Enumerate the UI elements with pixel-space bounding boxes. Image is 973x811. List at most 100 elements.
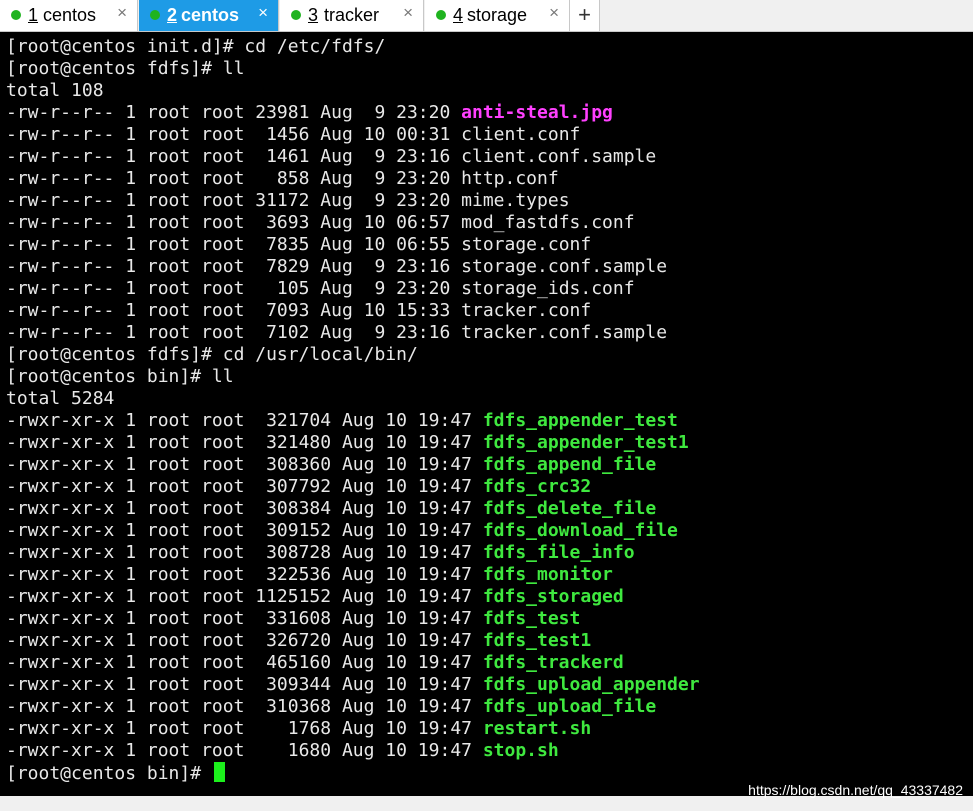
file-name: http.conf bbox=[461, 168, 559, 189]
terminal-line: -rwxr-xr-x 1 root root 322536 Aug 10 19:… bbox=[6, 564, 966, 586]
line-text: -rwxr-xr-x 1 root root 307792 Aug 10 19:… bbox=[6, 476, 483, 497]
terminal-line: -rwxr-xr-x 1 root root 321704 Aug 10 19:… bbox=[6, 410, 966, 432]
terminal-line: -rwxr-xr-x 1 root root 326720 Aug 10 19:… bbox=[6, 630, 966, 652]
terminal-line: -rwxr-xr-x 1 root root 308360 Aug 10 19:… bbox=[6, 454, 966, 476]
file-name: tracker.conf.sample bbox=[461, 322, 668, 343]
line-text: -rwxr-xr-x 1 root root 331608 Aug 10 19:… bbox=[6, 608, 483, 629]
file-name: fdfs_trackerd bbox=[482, 652, 624, 673]
tab-bar: 1 centos × 2 centos × 3 tracker × 4 stor… bbox=[0, 0, 973, 32]
terminal-output[interactable]: [root@centos init.d]# cd /etc/fdfs/[root… bbox=[6, 36, 966, 796]
file-name: storage_ids.conf bbox=[461, 278, 635, 299]
line-text: -rw-r--r-- 1 root root 1456 Aug 10 00:31 bbox=[6, 124, 462, 145]
terminal-line: total 108 bbox=[6, 80, 966, 102]
tab-session-4[interactable]: 4 storage × bbox=[425, 0, 570, 31]
line-text: -rwxr-xr-x 1 root root 326720 Aug 10 19:… bbox=[6, 630, 483, 651]
file-name: stop.sh bbox=[482, 740, 559, 761]
terminal-line: -rw-r--r-- 1 root root 7835 Aug 10 06:55… bbox=[6, 234, 966, 256]
tab-label: centos bbox=[43, 5, 97, 25]
terminal-line: -rw-r--r-- 1 root root 858 Aug 9 23:20 h… bbox=[6, 168, 966, 190]
terminal-line: -rw-r--r-- 1 root root 23981 Aug 9 23:20… bbox=[6, 102, 966, 124]
line-text: -rwxr-xr-x 1 root root 321704 Aug 10 19:… bbox=[6, 410, 483, 431]
file-name: storage.conf.sample bbox=[461, 256, 668, 277]
terminal-line: -rw-r--r-- 1 root root 7102 Aug 9 23:16 … bbox=[6, 322, 966, 344]
line-text: -rw-r--r-- 1 root root 7102 Aug 9 23:16 bbox=[6, 322, 462, 343]
terminal-line: -rw-r--r-- 1 root root 7093 Aug 10 15:33… bbox=[6, 300, 966, 322]
file-name: fdfs_upload_file bbox=[482, 696, 657, 717]
file-name: fdfs_test1 bbox=[482, 630, 592, 651]
tab-number: 2 bbox=[167, 5, 178, 25]
line-text: -rw-r--r-- 1 root root 858 Aug 9 23:20 bbox=[6, 168, 462, 189]
terminal-line: -rwxr-xr-x 1 root root 309152 Aug 10 19:… bbox=[6, 520, 966, 542]
terminal-line: -rwxr-xr-x 1 root root 465160 Aug 10 19:… bbox=[6, 652, 966, 674]
file-name: fdfs_storaged bbox=[482, 586, 624, 607]
close-icon[interactable]: × bbox=[549, 3, 559, 23]
close-icon[interactable]: × bbox=[403, 3, 413, 23]
line-text: [root@centos fdfs]# ll bbox=[6, 58, 245, 79]
line-text: -rwxr-xr-x 1 root root 321480 Aug 10 19:… bbox=[6, 432, 483, 453]
terminal-line: -rwxr-xr-x 1 root root 1768 Aug 10 19:47… bbox=[6, 718, 966, 740]
terminal-line: -rwxr-xr-x 1 root root 1680 Aug 10 19:47… bbox=[6, 740, 966, 762]
tab-label: centos bbox=[181, 5, 240, 25]
terminal-line: -rw-r--r-- 1 root root 31172 Aug 9 23:20… bbox=[6, 190, 966, 212]
line-text: total 108 bbox=[6, 80, 104, 101]
file-name: storage.conf bbox=[461, 234, 592, 255]
line-text: -rwxr-xr-x 1 root root 1125152 Aug 10 19… bbox=[6, 586, 483, 607]
new-tab-button[interactable]: + bbox=[570, 0, 600, 31]
line-text: -rw-r--r-- 1 root root 31172 Aug 9 23:20 bbox=[6, 190, 462, 211]
file-name: fdfs_download_file bbox=[482, 520, 678, 541]
line-text: -rw-r--r-- 1 root root 3693 Aug 10 06:57 bbox=[6, 212, 462, 233]
watermark: https://blog.csdn.net/qq_43337482 bbox=[748, 782, 963, 798]
text-cursor bbox=[213, 762, 225, 782]
line-text: total 5284 bbox=[6, 388, 115, 409]
tab-number: 1 bbox=[28, 5, 39, 25]
tab-session-1[interactable]: 1 centos × bbox=[0, 0, 138, 31]
line-text: -rw-r--r-- 1 root root 23981 Aug 9 23:20 bbox=[6, 102, 462, 123]
line-text: -rw-r--r-- 1 root root 7829 Aug 9 23:16 bbox=[6, 256, 462, 277]
tab-session-2[interactable]: 2 centos × bbox=[139, 0, 279, 31]
tab-session-3[interactable]: 3 tracker × bbox=[280, 0, 424, 31]
file-name: restart.sh bbox=[482, 718, 592, 739]
terminal-line: [root@centos fdfs]# ll bbox=[6, 58, 966, 80]
terminal-line: -rw-r--r-- 1 root root 105 Aug 9 23:20 s… bbox=[6, 278, 966, 300]
line-text: -rwxr-xr-x 1 root root 308728 Aug 10 19:… bbox=[6, 542, 483, 563]
connected-status-icon bbox=[436, 10, 446, 20]
file-name: client.conf bbox=[461, 124, 581, 145]
connected-status-icon bbox=[291, 10, 301, 20]
file-name: tracker.conf bbox=[461, 300, 592, 321]
terminal-line: [root@centos fdfs]# cd /usr/local/bin/ bbox=[6, 344, 966, 366]
line-text: -rwxr-xr-x 1 root root 465160 Aug 10 19:… bbox=[6, 652, 483, 673]
line-text: [root@centos fdfs]# cd /usr/local/bin/ bbox=[6, 344, 418, 365]
line-text: -rwxr-xr-x 1 root root 308384 Aug 10 19:… bbox=[6, 498, 483, 519]
file-name: client.conf.sample bbox=[461, 146, 657, 167]
file-name: mod_fastdfs.conf bbox=[461, 212, 635, 233]
file-name: fdfs_appender_test1 bbox=[482, 432, 689, 453]
line-text: -rwxr-xr-x 1 root root 310368 Aug 10 19:… bbox=[6, 696, 483, 717]
terminal-line: -rwxr-xr-x 1 root root 1125152 Aug 10 19… bbox=[6, 586, 966, 608]
line-text: -rw-r--r-- 1 root root 1461 Aug 9 23:16 bbox=[6, 146, 462, 167]
file-name: fdfs_file_info bbox=[482, 542, 635, 563]
file-name: fdfs_monitor bbox=[482, 564, 613, 585]
terminal-line: -rw-r--r-- 1 root root 3693 Aug 10 06:57… bbox=[6, 212, 966, 234]
file-name: anti-steal.jpg bbox=[461, 102, 613, 123]
file-name: fdfs_upload_appender bbox=[482, 674, 700, 695]
tab-number: 4 bbox=[453, 5, 464, 25]
line-text: -rwxr-xr-x 1 root root 309344 Aug 10 19:… bbox=[6, 674, 483, 695]
line-text: -rwxr-xr-x 1 root root 322536 Aug 10 19:… bbox=[6, 564, 483, 585]
close-icon[interactable]: × bbox=[258, 3, 268, 23]
tab-number: 3 bbox=[308, 5, 319, 25]
terminal-line: [root@centos init.d]# cd /etc/fdfs/ bbox=[6, 36, 966, 58]
terminal-line: -rwxr-xr-x 1 root root 331608 Aug 10 19:… bbox=[6, 608, 966, 630]
line-text: -rwxr-xr-x 1 root root 309152 Aug 10 19:… bbox=[6, 520, 483, 541]
line-text: -rw-r--r-- 1 root root 7835 Aug 10 06:55 bbox=[6, 234, 462, 255]
terminal-line: -rwxr-xr-x 1 root root 321480 Aug 10 19:… bbox=[6, 432, 966, 454]
prompt-line[interactable]: [root@centos bin]# bbox=[6, 762, 966, 784]
close-icon[interactable]: × bbox=[117, 3, 127, 23]
line-text: [root@centos init.d]# cd /etc/fdfs/ bbox=[6, 36, 386, 57]
terminal-line: -rwxr-xr-x 1 root root 308728 Aug 10 19:… bbox=[6, 542, 966, 564]
line-text: -rw-r--r-- 1 root root 105 Aug 9 23:20 bbox=[6, 278, 462, 299]
tab-label: tracker bbox=[324, 5, 380, 25]
terminal-line: -rwxr-xr-x 1 root root 309344 Aug 10 19:… bbox=[6, 674, 966, 696]
line-text: [root@centos bin]# ll bbox=[6, 366, 234, 387]
terminal-line: [root@centos bin]# ll bbox=[6, 366, 966, 388]
terminal-line: total 5284 bbox=[6, 388, 966, 410]
